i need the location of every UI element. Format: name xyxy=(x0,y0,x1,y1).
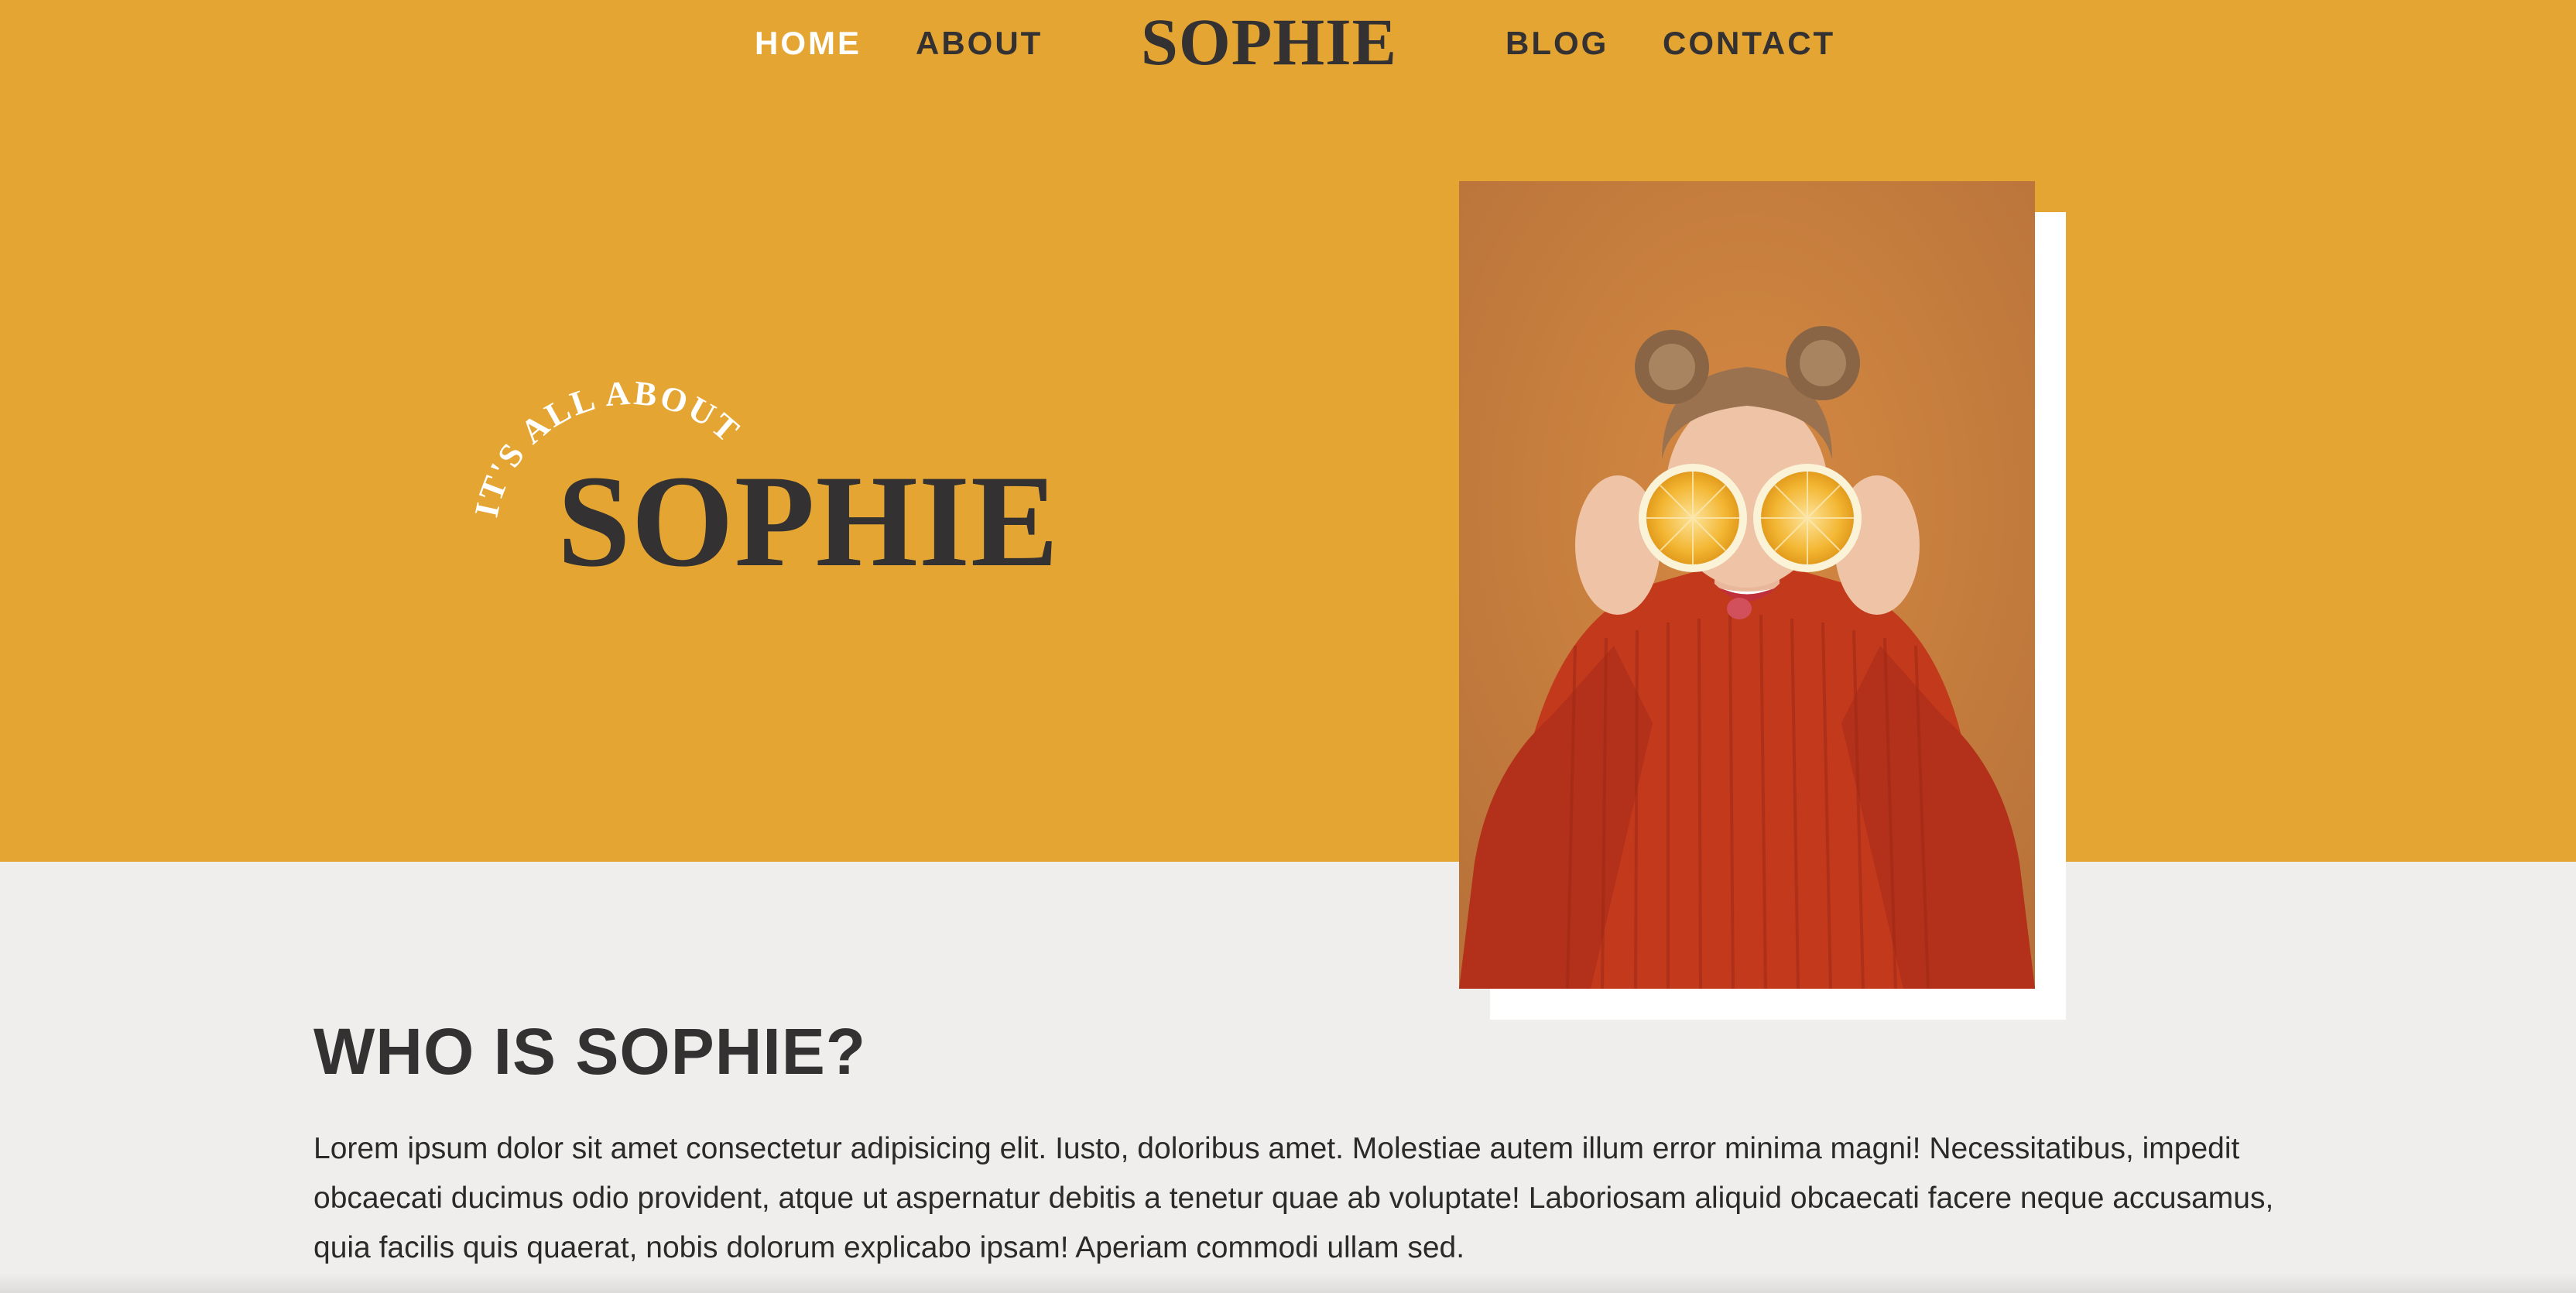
hero-title: SOPHIE xyxy=(557,448,1060,594)
about-heading: WHO IS SOPHIE? xyxy=(313,1015,867,1088)
site-logo[interactable]: SOPHIE xyxy=(1141,5,1397,79)
about-paragraph: Lorem ipsum dolor sit amet consectetur a… xyxy=(313,1132,2274,1264)
nav-blog-link[interactable]: BLOG xyxy=(1506,22,1608,65)
nav-contact-link[interactable]: CONTACT xyxy=(1663,22,1835,65)
portrait-photo-icon xyxy=(1459,181,2035,989)
nav-about-link[interactable]: ABOUT xyxy=(916,22,1043,65)
page: HOME ABOUT SOPHIE BLOG CONTACT IT'S ALL … xyxy=(0,0,2576,1293)
hero-band xyxy=(0,0,2576,862)
hero-photo xyxy=(1459,181,2035,989)
bottom-fade xyxy=(0,1273,2576,1293)
nav-home-link[interactable]: HOME xyxy=(755,22,862,65)
